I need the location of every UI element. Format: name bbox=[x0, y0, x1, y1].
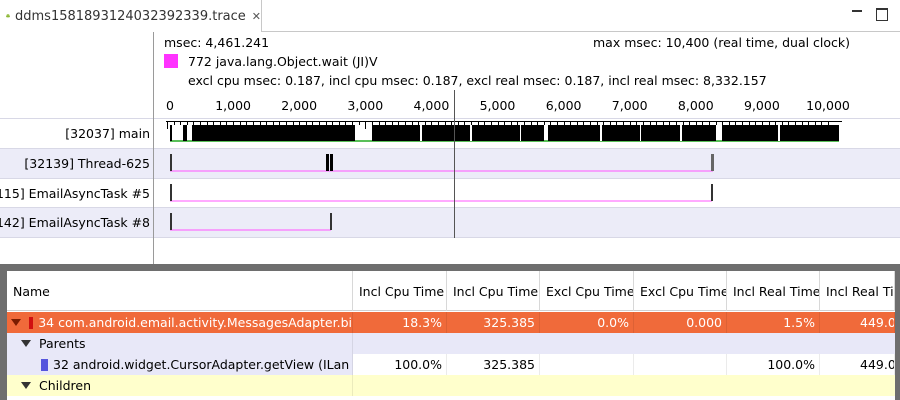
profile-table: Name Incl Cpu Time Incl Cpu Time Excl Cp… bbox=[7, 271, 895, 400]
column-header-excl-cpu-time[interactable]: Excl Cpu Time bbox=[634, 271, 727, 311]
children-group-label: Children bbox=[39, 378, 92, 393]
column-header-incl-cpu-time[interactable]: Incl Cpu Time bbox=[447, 271, 540, 311]
expand-arrow-icon[interactable] bbox=[21, 382, 31, 389]
android-icon bbox=[6, 14, 10, 18]
cell-value: 18.3% bbox=[353, 312, 447, 333]
column-header-name[interactable]: Name bbox=[7, 271, 353, 311]
cell-value bbox=[634, 354, 727, 375]
method-color-icon bbox=[41, 358, 48, 371]
column-header-excl-cpu-pct[interactable]: Excl Cpu Time bbox=[540, 271, 634, 311]
cell-value: 325.385 bbox=[447, 354, 540, 375]
close-tab-icon[interactable]: ✕ bbox=[252, 10, 261, 23]
profile-panel: Name Incl Cpu Time Incl Cpu Time Excl Cp… bbox=[0, 264, 900, 400]
editor-tab-bar: ddms1581893124032392339.trace ✕ bbox=[0, 0, 900, 32]
cell-value: 1.5% bbox=[727, 312, 820, 333]
emailasynctask-5-activity bbox=[170, 184, 713, 202]
expand-arrow-icon[interactable] bbox=[21, 340, 31, 347]
table-row[interactable]: 32 android.widget.CursorAdapter.getView … bbox=[7, 354, 895, 375]
column-header-incl-real-time[interactable]: Incl Real Ti bbox=[820, 271, 895, 311]
emailasynctask-8-activity bbox=[170, 213, 332, 231]
method-color-icon bbox=[29, 316, 34, 329]
trace-timeline: msec: 4,461.241 max msec: 10,400 (real t… bbox=[0, 32, 900, 264]
column-header-incl-real-pct[interactable]: Incl Real Time bbox=[727, 271, 820, 311]
cell-value: 100.0% bbox=[353, 354, 447, 375]
tab-title: ddms1581893124032392339.trace bbox=[15, 8, 246, 24]
expand-arrow-icon[interactable] bbox=[11, 319, 21, 326]
cell-value: 0.0% bbox=[540, 312, 634, 333]
thread-names-divider bbox=[153, 32, 154, 264]
main-thread-activity bbox=[170, 125, 839, 142]
cell-value: 325.385 bbox=[447, 312, 540, 333]
thread-activity-chart bbox=[170, 125, 839, 231]
cell-value bbox=[540, 354, 634, 375]
table-row[interactable]: 34 com.android.email.activity.MessagesAd… bbox=[7, 312, 895, 333]
column-header-incl-cpu-pct[interactable]: Incl Cpu Time bbox=[353, 271, 447, 311]
table-header: Name Incl Cpu Time Incl Cpu Time Excl Cp… bbox=[7, 271, 895, 311]
time-cursor-line[interactable] bbox=[454, 90, 455, 238]
cell-value: 449.0 bbox=[820, 354, 895, 375]
method-name: 34 com.android.email.activity.MessagesAd… bbox=[38, 315, 352, 330]
table-row[interactable]: Parents bbox=[7, 333, 895, 354]
cell-value: 449.0 bbox=[820, 312, 895, 333]
table-row[interactable]: Children bbox=[7, 375, 895, 396]
cell-value: 0.000 bbox=[634, 312, 727, 333]
method-name: 32 android.widget.CursorAdapter.getView … bbox=[53, 357, 350, 372]
parents-group-label: Parents bbox=[39, 336, 86, 351]
minimize-icon[interactable] bbox=[850, 6, 864, 20]
thread-625-activity bbox=[170, 154, 714, 172]
trace-file-tab[interactable]: ddms1581893124032392339.trace ✕ bbox=[0, 0, 262, 32]
maximize-icon[interactable] bbox=[874, 6, 888, 21]
cell-value: 100.0% bbox=[727, 354, 820, 375]
